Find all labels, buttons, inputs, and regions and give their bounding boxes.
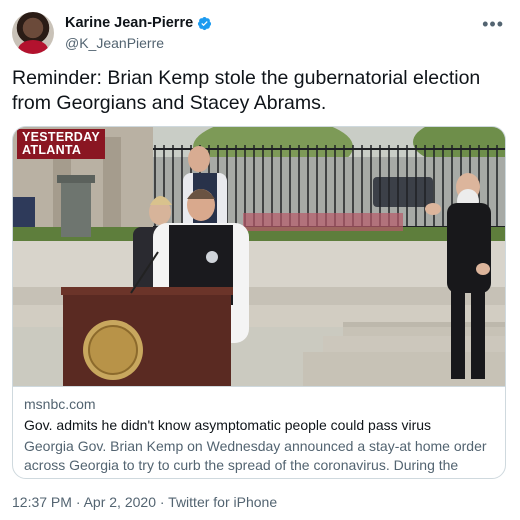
tweet-text: Reminder: Brian Kemp stole the gubernato… bbox=[12, 66, 508, 116]
display-name-row[interactable]: Karine Jean-Pierre bbox=[65, 15, 212, 31]
tweet-timestamp[interactable]: 12:37 PM · Apr 2, 2020 · Twitter for iPh… bbox=[12, 494, 277, 510]
card-body[interactable]: msnbc.com Gov. admits he didn't know asy… bbox=[13, 386, 505, 478]
tweet-header: Karine Jean-Pierre @K_JeanPierre ••• bbox=[12, 10, 508, 56]
press-conference-scene bbox=[13, 127, 505, 386]
card-domain: msnbc.com bbox=[24, 396, 96, 412]
card-title: Gov. admits he didn't know asymptomatic … bbox=[24, 417, 432, 433]
yesterday-atlanta-badge: YESTERDAY ATLANTA bbox=[17, 129, 105, 159]
user-info[interactable]: Karine Jean-Pierre @K_JeanPierre bbox=[65, 15, 212, 51]
avatar[interactable] bbox=[12, 12, 54, 54]
tweet-text-line-2: from Georgians and Stacey Abrams. bbox=[12, 92, 327, 114]
card-description: Georgia Gov. Brian Kemp on Wednesday ann… bbox=[24, 438, 487, 478]
verified-badge-icon bbox=[197, 16, 212, 31]
badge-line-2: ATLANTA bbox=[22, 143, 82, 157]
handle[interactable]: @K_JeanPierre bbox=[65, 35, 212, 51]
card-image[interactable]: YESTERDAY ATLANTA bbox=[13, 127, 505, 386]
link-card[interactable]: YESTERDAY ATLANTA msnbc.com Gov. admits … bbox=[12, 126, 506, 479]
more-options-icon[interactable]: ••• bbox=[482, 14, 504, 35]
display-name[interactable]: Karine Jean-Pierre bbox=[65, 15, 193, 31]
tweet-text-line-1: Reminder: Brian Kemp stole the gubernato… bbox=[12, 67, 481, 89]
